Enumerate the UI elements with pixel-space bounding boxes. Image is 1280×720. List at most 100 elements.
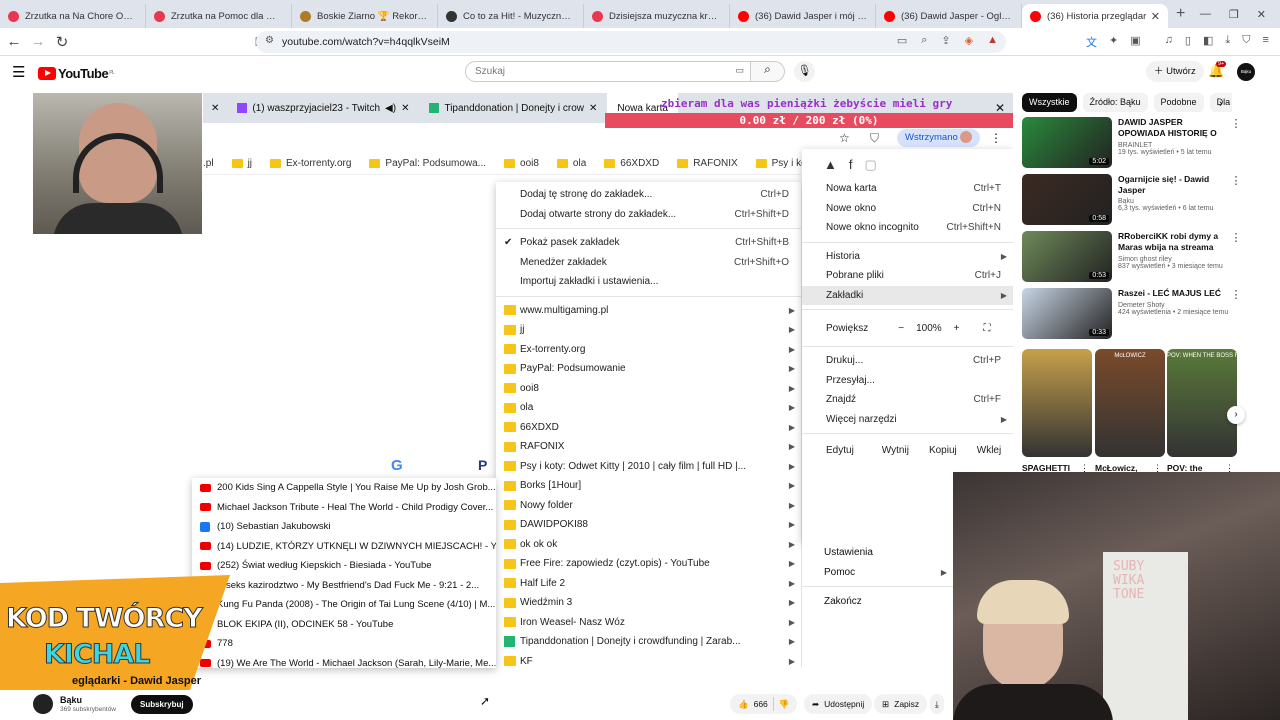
fullscreen-icon: ⛶ [983,322,991,334]
forward-icon[interactable]: → [28,33,48,50]
recommended-video[interactable]: 0:33 Raszei - LEĆ MAJUS LEĆ Demeter Shoty 4… [1022,288,1252,342]
video-thumbnail[interactable]: 0:33 [1022,288,1112,339]
filter-chips: WszystkieŹródło: BąkuPodobneDla Cie [1022,93,1232,113]
filter-chip[interactable]: Wszystkie [1022,93,1077,112]
short-title[interactable]: SPAGHETTI [1022,463,1070,473]
browser-tab[interactable]: Dzisiejsza muzyczna krzyżówk [584,4,730,28]
search-button[interactable]: ⌕ [751,61,785,82]
video-title[interactable]: DAWID JASPER OPOWIADA HISTORIĘ O SWOIM S… [1118,117,1230,139]
channel-name[interactable]: Bąku [1118,198,1230,205]
folder-icon [504,402,516,413]
extension-puzzle-icon[interactable]: ✦ [1109,34,1118,50]
hamburger-icon[interactable]: ☰ [12,63,25,81]
video-stats: 19 tys. wyświetleń • 5 lat temu [1118,149,1212,156]
browser-tab[interactable]: (36) Dawid Jasper i mój zajebi [730,4,876,28]
downloads-icon[interactable]: ⤓ [1225,34,1230,50]
bookmarks-menu-item: Menedżer zakładek Ctrl+Shift+O [520,256,789,268]
main-menu-item: Zakończ [824,595,862,607]
channel-name[interactable]: BRAINLET [1118,142,1230,149]
short-title[interactable]: McŁowicz, [1095,463,1138,473]
video-stats: 6,3 tys. wyświetleń • 6 lat temu [1118,205,1214,212]
more-icon[interactable]: ⋮ [1153,463,1162,474]
filter-chip[interactable]: Źródło: Bąku [1082,93,1148,112]
webcam-overlay-streamer [33,93,202,234]
video-thumbnail[interactable]: 0:58 [1022,174,1112,225]
browser-tab[interactable]: Boskie Ziarno 🏆 Rekordy stre [292,4,438,28]
browser-tab-active[interactable]: (36) Historia przeglądar ✕ [1022,4,1168,28]
brave-icon[interactable]: ◈ [965,34,973,47]
channel-avatar[interactable] [33,694,53,714]
cast-icon[interactable]: ▭ [897,34,907,47]
more-icon[interactable]: ⋮ [1080,463,1089,474]
video-title[interactable]: Ogarnijcie się! - Dawid Jasper [1118,174,1230,195]
youtube-logo[interactable]: YouTube PL [38,66,115,81]
video-thumbnail[interactable]: 5:02 [1022,117,1112,168]
dislike-icon[interactable]: 👎 [779,694,790,714]
short-thumbnail[interactable]: McŁOWICZ [1095,349,1165,457]
wallet-icon[interactable]: ◧ [1203,34,1213,50]
more-icon[interactable]: ⋮ [1225,463,1234,474]
site-info-icon[interactable]: ⚙ [265,35,274,46]
save-button[interactable]: ⊞ Zapisz [874,694,928,714]
restore-icon[interactable]: ❐ [1229,8,1239,21]
omnibox[interactable]: ⚙ youtube.com/watch?v=h4qqlkVseiM ▭ ⌕ ⇪ … [256,31,1006,53]
more-icon[interactable]: ⋮ [1230,288,1242,342]
short-thumbnail[interactable]: POV: WHEN THE BOSS FIGHT [1167,349,1237,457]
browser-tab[interactable]: Zrzutka na Na Chore Osoby - Z [0,4,146,28]
recommended-video[interactable]: 5:02 DAWID JASPER OPOWIADA HISTORIĘ O SWO… [1022,117,1252,171]
minimize-icon[interactable]: — [1200,8,1211,21]
avatar[interactable]: Bąku [1237,63,1255,81]
browser-tab[interactable]: Zrzutka na Pomoc dla Małego [146,4,292,28]
screenshot-icon[interactable]: ▣ [1130,34,1140,50]
rewards-icon[interactable]: ▲ [987,34,998,47]
tab-favicon-icon [154,10,165,22]
zoom-icon[interactable]: ⌕ [921,34,927,47]
shield-icon[interactable]: ⛉ [1242,34,1250,50]
more-icon[interactable]: ⋮ [1230,231,1242,285]
video-thumbnail[interactable]: 0:53 [1022,231,1112,282]
translate-icon[interactable]: 文 [1086,34,1097,50]
video-title[interactable]: Raszei - LEĆ MAJUS LEĆ [1118,288,1230,299]
short-thumbnail[interactable] [1022,349,1092,457]
main-menu-item: Nowa karta Ctrl+T [826,183,1001,195]
subscribe-button[interactable]: Subskrybuj [131,695,193,714]
download-button[interactable]: ⤓ [930,694,944,714]
more-icon[interactable]: ⋮ [1230,174,1242,228]
create-button[interactable]: ＋ Utwórz [1146,61,1204,82]
channel-name[interactable]: Bąku [60,695,82,705]
more-icon[interactable]: ⋮ [1230,117,1242,171]
tab-close-icon[interactable]: ✕ [1147,10,1160,23]
like-icon[interactable]: 👍 [738,694,749,714]
share-icon[interactable]: ⇪ [941,34,950,47]
bookmarks-menu-item: Dodaj otwarte strony do zakładek... Ctrl+… [520,208,789,220]
channel-name[interactable]: Demeter Shoty [1118,302,1230,309]
music-icon[interactable]: ♫ [1165,34,1173,50]
filter-chip[interactable]: Podobne [1153,93,1204,112]
notification-badge: 9+ [1216,61,1227,67]
share-button[interactable]: ➦ Udostępnij [804,694,873,714]
recommended-video[interactable]: 0:53 RRoberciKK robi dymy a Maras wbija n… [1022,231,1252,285]
new-tab-button[interactable]: + [1176,5,1185,23]
download-icon: ⤓ [935,699,939,709]
short-title[interactable]: POV: the [1167,463,1202,473]
shorts-next-button[interactable]: › [1227,406,1245,424]
browser-tab[interactable]: Co to za Hit! - Muzyczny Quiz [438,4,584,28]
voice-search-button[interactable]: 🎙 [794,61,815,82]
video-title[interactable]: RRoberciKK robi dymy a Maras wbija na st… [1118,231,1230,253]
reload-icon[interactable]: ↻ [52,33,72,51]
menu-icon[interactable]: ≡ [1262,34,1268,50]
back-icon[interactable]: ← [4,33,24,50]
close-window-icon[interactable]: ✕ [1257,8,1266,21]
browser-tab-strip: Zrzutka na Na Chore Osoby - ZZrzutka na … [0,0,1280,28]
keyboard-icon[interactable]: ▭ [735,65,744,76]
sidebar-icon[interactable]: ▯ [1185,34,1191,50]
chevron-right-icon[interactable]: › [1219,98,1223,110]
notifications-button[interactable]: 🔔 9+ [1208,61,1227,79]
search-input[interactable]: Szukaj ▭ [465,61,751,82]
folder-icon [504,159,516,168]
channel-name[interactable]: Simon ghost riley [1118,256,1230,263]
browser-tab[interactable]: (36) Dawid Jasper - Oglądanie [876,4,1022,28]
recommended-video[interactable]: 0:58 Ogarnijcie się! - Dawid Jasper Bąku 6,… [1022,174,1252,228]
submenu-arrow-icon: ▶ [788,617,795,627]
facebook-icon: f [848,157,853,172]
